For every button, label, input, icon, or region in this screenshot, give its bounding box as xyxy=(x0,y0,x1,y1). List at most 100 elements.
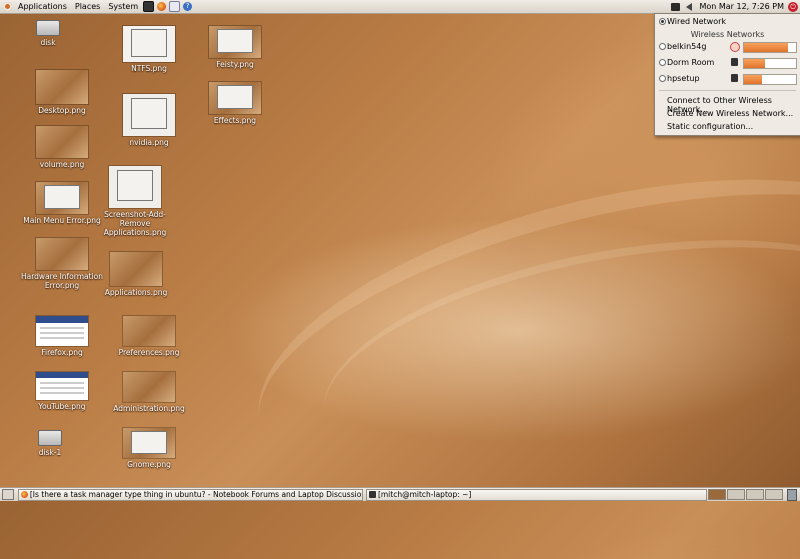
connect-other-wireless-item[interactable]: Connect to Other Wireless Network... xyxy=(655,95,800,114)
signal-fill xyxy=(744,59,765,68)
volume-icon[interactable] xyxy=(686,2,693,11)
trash-icon[interactable] xyxy=(787,488,797,501)
desktop-icon-preferences-png[interactable]: Preferences.png xyxy=(114,316,184,357)
desktop-icon-administration-png[interactable]: Administration.png xyxy=(110,372,188,413)
network-manager-menu: Wired Network Wireless Networks belkin54… xyxy=(654,13,800,136)
image-thumbnail xyxy=(36,182,88,214)
icon-label: Desktop.png xyxy=(38,106,86,115)
menu-item-label: Static configuration... xyxy=(667,122,754,131)
static-configuration-item[interactable]: Static configuration... xyxy=(655,121,800,133)
image-thumbnail xyxy=(109,166,161,208)
network-icon[interactable] xyxy=(671,2,681,11)
disk-icon xyxy=(36,20,60,36)
image-thumbnail xyxy=(36,70,88,104)
network-name: Dorm Room xyxy=(667,58,715,67)
signal-strength-bar xyxy=(743,58,797,69)
wireless-network-item[interactable]: belkin54g xyxy=(655,41,800,53)
signal-icon xyxy=(731,74,738,82)
workspace-3[interactable] xyxy=(746,489,765,500)
lock-icon xyxy=(730,42,740,52)
desktop-icon-main-menu-error[interactable]: Main Menu Error.png xyxy=(20,182,104,225)
desktop-icon-applications-png[interactable]: Applications.png xyxy=(104,252,168,297)
icon-label: Screenshot-Add-Remove Applications.png xyxy=(103,210,167,237)
image-thumbnail xyxy=(123,428,175,458)
image-thumbnail xyxy=(110,252,162,286)
applications-menu[interactable]: Applications xyxy=(16,2,69,11)
image-thumbnail xyxy=(123,316,175,346)
icon-label: Applications.png xyxy=(104,288,168,297)
system-menu[interactable]: System xyxy=(106,2,140,11)
menu-item-label: Create New Wireless Network... xyxy=(667,109,794,118)
desktop-icon-disk[interactable]: disk xyxy=(28,20,68,47)
places-menu[interactable]: Places xyxy=(73,2,102,11)
signal-fill xyxy=(744,43,789,52)
mail-launcher-icon[interactable] xyxy=(169,1,181,12)
desktop-icon-disk-1[interactable]: disk-1 xyxy=(28,430,72,457)
image-thumbnail xyxy=(36,316,88,346)
icon-label: Effects.png xyxy=(213,116,257,125)
desktop-icon-screenshot-add-remove[interactable]: Screenshot-Add-Remove Applications.png xyxy=(102,166,168,237)
task-title: [mitch@mitch-laptop: ~] xyxy=(377,490,472,499)
desktop-icon-youtube-png[interactable]: YouTube.png xyxy=(22,372,102,411)
signal-icon xyxy=(731,58,738,66)
desktop-icon-nvidia-png[interactable]: nvidia.png xyxy=(114,94,184,147)
icon-label: Feisty.png xyxy=(216,60,254,69)
workspace-2[interactable] xyxy=(727,489,746,500)
workspace-4[interactable] xyxy=(765,489,784,500)
icon-label: Gnome.png xyxy=(127,460,171,469)
wired-network-item[interactable]: Wired Network xyxy=(655,16,800,28)
clock[interactable]: Mon Mar 12, 7:26 PM xyxy=(699,2,784,11)
icon-label: disk xyxy=(40,38,56,47)
terminal-launcher-icon[interactable] xyxy=(143,1,155,12)
image-thumbnail xyxy=(36,372,88,400)
icon-label: nvidia.png xyxy=(129,138,169,147)
image-thumbnail xyxy=(36,126,88,158)
desktop-icon-feisty-png[interactable]: Feisty.png xyxy=(200,26,270,69)
radio-icon xyxy=(659,59,666,66)
taskbar-button-terminal[interactable]: [mitch@mitch-laptop: ~] xyxy=(365,488,708,501)
ubuntu-logo-icon[interactable] xyxy=(3,2,12,11)
desktop-icon-desktop-png[interactable]: Desktop.png xyxy=(22,70,102,115)
wireless-networks-header: Wireless Networks xyxy=(655,29,800,41)
system-tray: Mon Mar 12, 7:26 PM ⏻ xyxy=(668,1,800,12)
icon-label: Preferences.png xyxy=(118,348,180,357)
wireless-header-label: Wireless Networks xyxy=(690,30,765,39)
help-launcher-icon[interactable]: ? xyxy=(183,2,193,11)
show-desktop-button[interactable] xyxy=(2,489,14,500)
image-thumbnail xyxy=(123,372,175,402)
wallpaper-swoosh xyxy=(304,199,800,529)
disk-icon xyxy=(38,430,62,446)
radio-selected-icon xyxy=(659,18,666,25)
create-new-wireless-item[interactable]: Create New Wireless Network... xyxy=(655,108,800,120)
wireless-network-item[interactable]: hpsetup xyxy=(655,73,800,85)
image-thumbnail xyxy=(36,238,88,270)
image-thumbnail xyxy=(123,26,175,62)
image-thumbnail xyxy=(123,94,175,136)
signal-fill xyxy=(744,75,763,84)
signal-strength-bar xyxy=(743,74,797,85)
image-thumbnail xyxy=(209,26,261,58)
signal-strength-bar xyxy=(743,42,797,53)
radio-icon xyxy=(659,75,666,82)
wireless-network-item[interactable]: Dorm Room xyxy=(655,57,800,69)
workspace-1[interactable] xyxy=(708,489,727,500)
image-thumbnail xyxy=(209,82,261,114)
icon-label: Administration.png xyxy=(113,404,185,413)
network-name: hpsetup xyxy=(667,74,700,83)
workspace-switcher xyxy=(707,489,784,500)
desktop-icon-ntfs-png[interactable]: NTFS.png xyxy=(114,26,184,73)
desktop-icon-volume-png[interactable]: volume.png xyxy=(22,126,102,169)
taskbar-button-firefox[interactable]: [Is there a task manager type thing in u… xyxy=(17,488,363,501)
desktop-icon-firefox-png[interactable]: Firefox.png xyxy=(22,316,102,357)
desktop-icon-effects-png[interactable]: Effects.png xyxy=(200,82,270,125)
power-icon[interactable]: ⏻ xyxy=(788,1,798,12)
wired-network-label: Wired Network xyxy=(667,17,727,26)
task-title: [Is there a task manager type thing in u… xyxy=(29,490,363,499)
firefox-launcher-icon[interactable] xyxy=(157,2,167,11)
desktop-icon-gnome-png[interactable]: Gnome.png xyxy=(114,428,184,469)
icon-label: Hardware Information Error.png xyxy=(20,272,103,290)
top-panel: Applications Places System ? Mon Mar 12,… xyxy=(0,0,800,14)
network-name: belkin54g xyxy=(667,42,707,51)
icon-label: volume.png xyxy=(39,160,85,169)
desktop-icon-hardware-info-error[interactable]: Hardware Information Error.png xyxy=(20,238,104,290)
